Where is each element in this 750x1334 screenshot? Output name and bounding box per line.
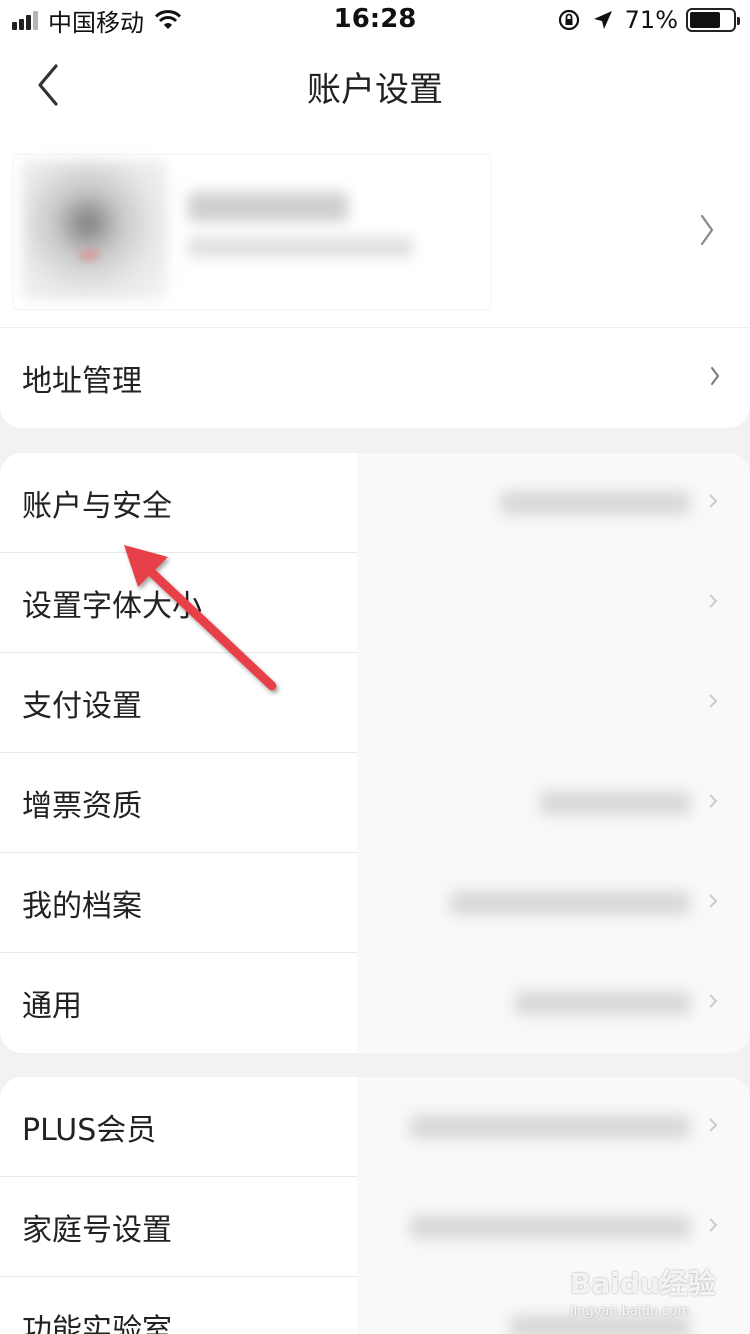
avatar	[22, 160, 168, 300]
battery-percent: 71%	[624, 6, 678, 34]
battery-icon	[686, 8, 740, 32]
watermark-logo: Baidu经验	[570, 1267, 716, 1300]
row-value-blurred	[450, 891, 690, 915]
chevron-right-icon	[711, 367, 720, 385]
plus-member-label: PLUS会员	[22, 1113, 157, 1148]
my-profile-row[interactable]: 我的档案	[0, 853, 750, 953]
nav-bar: 账户设置	[0, 40, 750, 130]
profile-card: 地址管理	[0, 130, 750, 428]
row-value-blurred	[410, 1115, 690, 1139]
page-title: 账户设置	[307, 70, 443, 110]
annotation-arrow	[124, 545, 277, 691]
general-row[interactable]: 通用	[0, 953, 750, 1053]
row-value-blurred	[515, 991, 690, 1015]
location-icon	[593, 11, 612, 29]
address-management-label: 地址管理	[22, 364, 142, 399]
chevron-right-icon	[709, 594, 718, 608]
feature-lab-label: 功能实验室	[22, 1313, 172, 1334]
chevron-right-icon	[709, 994, 718, 1008]
watermark-url: jingyan.baidu.com	[570, 1304, 690, 1319]
plus-member-row[interactable]: PLUS会员	[0, 1077, 750, 1177]
address-management-row[interactable]: 地址管理	[0, 328, 750, 428]
my-profile-label: 我的档案	[22, 889, 142, 924]
avatar-detail	[80, 250, 98, 260]
row-value-blurred	[410, 1215, 690, 1239]
status-bar: 中国移动 16:28 71%	[0, 0, 750, 40]
chevron-right-icon	[709, 694, 718, 708]
chevron-right-icon	[709, 794, 718, 808]
chevron-right-icon	[709, 494, 718, 508]
chevron-right-icon	[700, 214, 714, 246]
chevron-right-icon	[709, 1218, 718, 1232]
account-security-label: 账户与安全	[22, 489, 172, 524]
family-account-label: 家庭号设置	[22, 1213, 172, 1248]
vat-invoice-label: 增票资质	[22, 789, 142, 824]
rotation-lock-icon	[558, 9, 579, 31]
vat-invoice-row[interactable]: 增票资质	[0, 753, 750, 853]
chevron-right-icon	[709, 1118, 718, 1132]
profile-username-blurred	[188, 192, 348, 222]
profile-row[interactable]	[0, 130, 750, 328]
watermark: Baidu经验 jingyan.baidu.com	[570, 1262, 730, 1326]
row-value-blurred	[500, 491, 690, 515]
row-value-blurred	[540, 791, 690, 815]
general-label: 通用	[22, 989, 82, 1024]
profile-account-blurred	[188, 236, 413, 258]
chevron-right-icon	[709, 894, 718, 908]
